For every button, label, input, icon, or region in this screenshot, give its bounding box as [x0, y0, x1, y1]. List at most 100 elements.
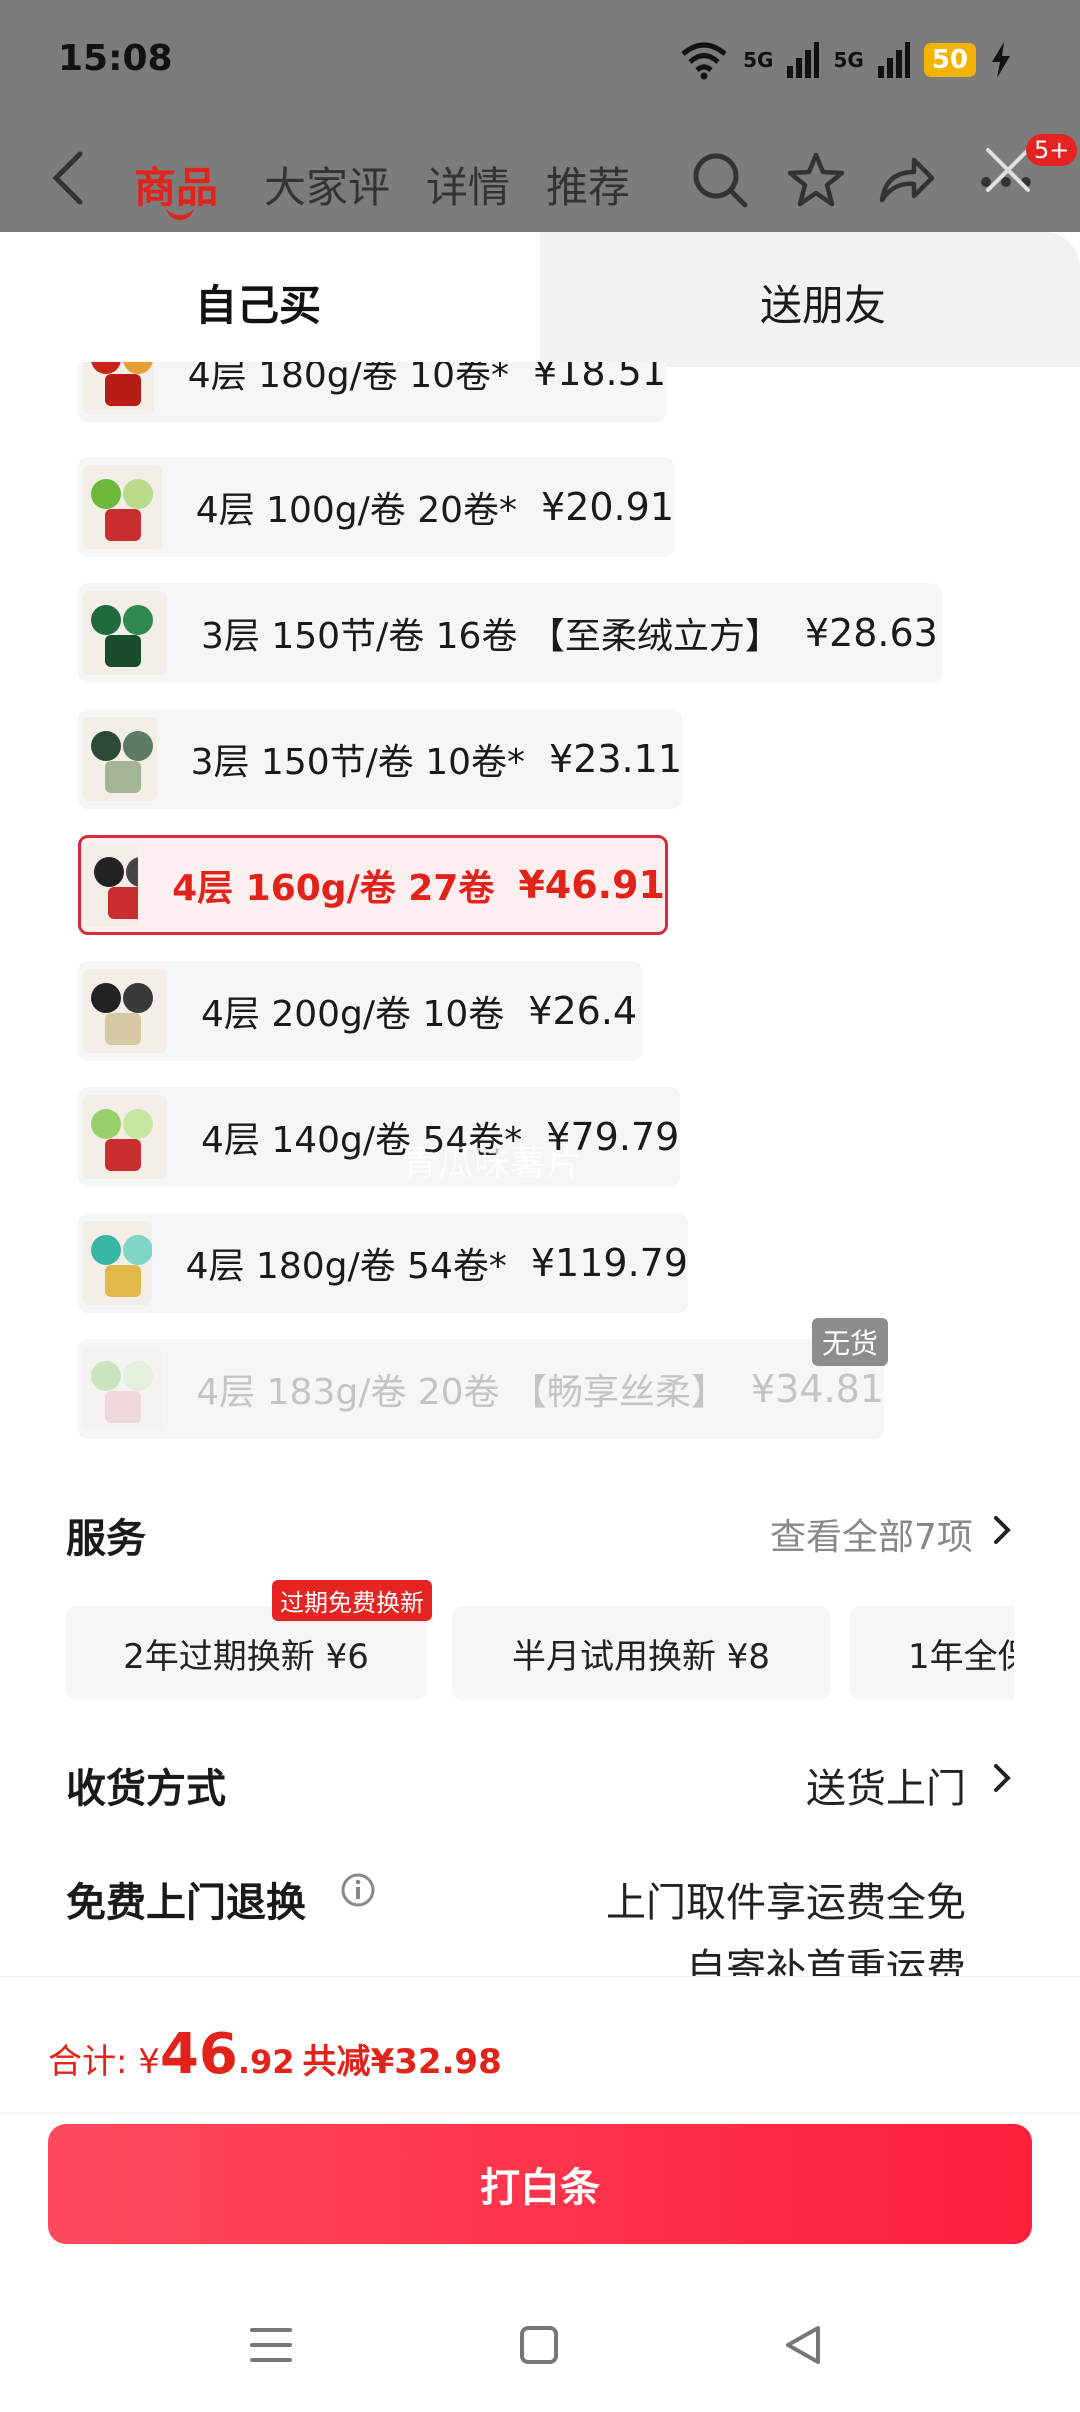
sku-option[interactable]: 4层 180g/卷 10卷* ¥18.51	[78, 362, 666, 422]
delivery-method-label: 收货方式	[66, 1766, 226, 1812]
sku-option-label: 4层 180g/卷 54卷*	[185, 1246, 507, 1287]
sku-option[interactable]: 3层 150节/卷 16卷 【至柔绒立方】 ¥28.63	[78, 583, 942, 683]
sku-option[interactable]: 3层 150节/卷 10卷* ¥23.11	[78, 709, 682, 809]
clock: 15:08	[58, 38, 173, 79]
active-tab-indicator	[166, 206, 194, 220]
signal-icon	[877, 42, 910, 78]
thumbnail-shape	[105, 1391, 141, 1423]
watermark-text: 青瓜味薯片	[402, 1143, 583, 1184]
sku-thumbnail	[83, 1347, 163, 1431]
out-of-stock-badge: 无货	[812, 1318, 889, 1366]
total-discount: 共减¥32.98	[302, 2042, 502, 2082]
thumbnail-shape	[105, 635, 141, 667]
thumbnail-shape	[91, 1109, 121, 1139]
favorite-star-icon[interactable]	[786, 150, 846, 210]
signal-5g-label-2: 5G	[833, 48, 864, 72]
total-decimal: .92	[237, 2043, 295, 2081]
sku-option-label: 4层 100g/卷 20卷*	[195, 490, 518, 531]
thumbnail-shape	[105, 1139, 141, 1171]
sku-option-price: ¥28.63	[804, 611, 938, 655]
signal-5g-label-1: 5G	[743, 48, 774, 72]
thumbnail-shape	[126, 857, 139, 887]
charging-icon	[992, 42, 1010, 78]
chevron-right-icon	[994, 1764, 1011, 1792]
free-return-line1: 上门取件享运费全免	[606, 1880, 966, 1926]
sku-option: 4层 183g/卷 20卷 【畅享丝柔】 ¥34.81	[78, 1339, 884, 1439]
purchase-mode-tabs: 送朋友 自己买	[0, 232, 1080, 367]
sku-thumbnail	[86, 843, 139, 927]
sku-option[interactable]: 4层 200g/卷 10卷 ¥26.4	[78, 961, 642, 1061]
delivery-method-value[interactable]: 送货上门	[806, 1756, 966, 1814]
thumbnail-shape	[91, 605, 121, 635]
sku-option[interactable]: 4层 100g/卷 20卷* ¥20.91	[78, 457, 674, 557]
thumbnail-shape	[105, 1265, 141, 1297]
product-top-nav: 商品 大家评 详情 推荐 5+	[0, 130, 1080, 230]
thumbnail-shape	[123, 1109, 153, 1139]
thumbnail-shape	[123, 983, 153, 1013]
thumbnail-shape	[105, 761, 141, 793]
sku-option-label: 4层 200g/卷 10卷	[201, 994, 505, 1035]
back-triangle-icon[interactable]	[778, 2320, 828, 2370]
menu-icon[interactable]	[246, 2320, 296, 2370]
tab-gift-friend[interactable]: 送朋友	[540, 232, 1080, 367]
total-prefix: 合计: ¥	[48, 2042, 160, 2082]
thumbnail-shape	[123, 731, 153, 761]
sku-option-label: 3层 150节/卷 16卷 【至柔绒立方】	[201, 616, 781, 657]
sku-option-price: ¥26.4	[528, 989, 638, 1033]
thumbnail-shape	[91, 1361, 121, 1391]
thumbnail-shape	[91, 1235, 121, 1265]
sku-option-label: 4层 183g/卷 20卷 【畅享丝柔】	[196, 1372, 728, 1413]
tab-details[interactable]: 详情	[426, 154, 510, 215]
sku-option[interactable]: 4层 160g/卷 27卷 ¥46.91	[78, 835, 668, 935]
thumbnail-shape	[91, 983, 121, 1013]
thumbnail-shape	[91, 731, 121, 761]
tab-reviews[interactable]: 大家评	[264, 154, 390, 215]
thumbnail-shape	[91, 362, 121, 374]
thumbnail-shape	[123, 479, 153, 509]
thumbnail-shape	[105, 374, 141, 406]
sku-thumbnail	[83, 717, 157, 801]
thumbnail-shape	[123, 1235, 152, 1265]
sku-option-price: ¥34.81	[751, 1367, 884, 1411]
tab-buy-self[interactable]: 自己买	[0, 232, 540, 362]
free-return-label: 免费上门退换	[66, 1880, 306, 1926]
sku-option-label: 4层 160g/卷 27卷	[172, 868, 495, 909]
info-icon[interactable]	[340, 1872, 376, 1908]
thumbnail-shape	[91, 479, 121, 509]
thumbnail-shape	[123, 605, 153, 635]
thumbnail-shape	[105, 509, 141, 541]
tab-recommend[interactable]: 推荐	[546, 154, 630, 215]
footer-divider	[0, 2112, 1080, 2114]
service-view-all[interactable]: 查看全部7项	[770, 1508, 973, 1560]
sku-thumbnail	[83, 1095, 167, 1179]
service-option-full-warranty[interactable]: 1年全保	[850, 1606, 1014, 1700]
share-icon[interactable]	[876, 150, 936, 210]
sku-option-price: ¥46.91	[518, 863, 665, 907]
back-arrow-icon[interactable]	[46, 148, 90, 208]
sku-thumbnail	[83, 362, 154, 414]
sku-thumbnail	[83, 465, 162, 549]
status-bar: 15:08 5G 5G 50	[0, 0, 1080, 120]
wifi-icon	[681, 42, 727, 80]
sku-option-price: ¥18.51	[533, 362, 666, 394]
sku-option-label: 3层 150节/卷 10卷*	[190, 742, 526, 783]
total-integer: 46	[159, 2022, 238, 2087]
sku-thumbnail	[83, 1221, 152, 1305]
sku-option[interactable]: 4层 180g/卷 54卷* ¥119.79	[78, 1213, 688, 1313]
thumbnail-shape	[108, 887, 139, 919]
message-badge: 5+	[1026, 134, 1078, 166]
sku-option-price: ¥23.11	[549, 737, 682, 781]
signal-icon	[787, 42, 820, 78]
sku-option-label: 4层 180g/卷 10卷*	[187, 362, 510, 396]
thumbnail-shape	[123, 362, 153, 374]
sku-option-price: ¥119.79	[530, 1241, 688, 1285]
home-icon[interactable]	[514, 2320, 564, 2370]
baitiao-pay-button[interactable]: 打白条	[48, 2124, 1032, 2244]
sku-thumbnail	[83, 969, 167, 1053]
search-icon[interactable]	[690, 150, 750, 210]
service-option-trial-renew[interactable]: 半月试用换新 ¥8	[452, 1606, 830, 1700]
sku-option[interactable]: 4层 140g/卷 54卷* ¥79.79	[78, 1087, 680, 1187]
sku-option-price: ¥20.91	[541, 485, 674, 529]
order-total: 合计: ¥46.92 共减¥32.98	[48, 2022, 502, 2087]
service-promo-tag: 过期免费换新	[272, 1580, 432, 1621]
